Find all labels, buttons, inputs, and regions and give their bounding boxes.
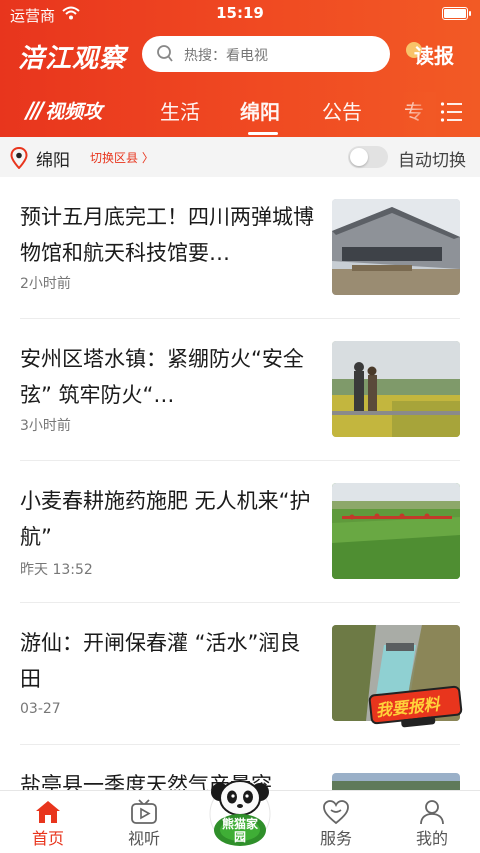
app-header: 运营商 15:19 涪江观察 热搜：看电视 读报 ///视频攻 生活 绵阳 公告… bbox=[0, 0, 480, 137]
battery-icon bbox=[442, 7, 471, 20]
app-logo: 涪江观察 bbox=[18, 44, 127, 74]
play-tv-icon bbox=[131, 799, 157, 824]
search-icon bbox=[157, 45, 173, 62]
nav-home[interactable]: 首页 bbox=[13, 791, 83, 853]
news-item[interactable]: 小麦春耕施药施肥 无人机来“护航” 昨天 13:52 bbox=[0, 461, 480, 603]
auto-switch-label: 自动切换 bbox=[398, 151, 466, 171]
panda-home-button[interactable]: 熊猫家园 bbox=[202, 768, 278, 850]
news-title: 游仙：开闸保春灌 “活水”润良田 bbox=[20, 631, 301, 691]
tab-mianyang[interactable]: 绵阳 bbox=[240, 96, 280, 125]
tab-video-label: 视频攻 bbox=[45, 101, 103, 123]
news-title: 预计五月底完工！四川两弹城博物馆和航天科技馆要… bbox=[20, 205, 314, 265]
user-icon bbox=[420, 800, 444, 825]
clock: 15:19 bbox=[216, 4, 264, 22]
news-time: 3小时前 bbox=[20, 418, 71, 434]
switch-district-link[interactable]: 切换区县 〉 bbox=[90, 149, 154, 166]
nav-audio-video-label: 视听 bbox=[127, 829, 160, 848]
nav-mine[interactable]: 我的 bbox=[397, 791, 467, 853]
news-time: 03-27 bbox=[20, 701, 61, 717]
home-icon bbox=[36, 801, 60, 823]
active-tab-indicator bbox=[248, 132, 278, 135]
nav-home-label: 首页 bbox=[31, 829, 64, 848]
toggle-knob bbox=[350, 148, 368, 166]
search-placeholder: 热搜：看电视 bbox=[184, 48, 268, 64]
tabs-fade bbox=[400, 92, 436, 137]
tab-notice[interactable]: 公告 bbox=[322, 96, 362, 125]
news-time: 昨天 13:52 bbox=[20, 562, 93, 578]
nav-service[interactable]: 服务 bbox=[301, 791, 371, 853]
tab-video[interactable]: ///视频攻 bbox=[26, 97, 102, 124]
read-paper-button[interactable]: 读报 bbox=[404, 38, 468, 70]
nav-mine-label: 我的 bbox=[415, 829, 448, 848]
news-title: 小麦春耕施药施肥 无人机来“护航” bbox=[20, 489, 311, 549]
news-thumbnail bbox=[332, 341, 460, 437]
heart-icon bbox=[323, 800, 349, 825]
panda-home-label: 熊猫家园 bbox=[221, 817, 258, 844]
news-item[interactable]: 预计五月底完工！四川两弹城博物馆和航天科技馆要… 2小时前 bbox=[0, 177, 480, 319]
location-bar: 绵阳 切换区县 〉 自动切换 bbox=[0, 137, 480, 177]
news-thumbnail bbox=[332, 483, 460, 579]
news-thumbnail bbox=[332, 773, 460, 790]
news-time: 2小时前 bbox=[20, 276, 71, 292]
channel-tabs: ///视频攻 生活 绵阳 公告 专 bbox=[0, 92, 480, 137]
nav-audio-video[interactable]: 视听 bbox=[109, 791, 179, 853]
channel-menu-icon[interactable] bbox=[440, 101, 464, 123]
news-title: 安州区塔水镇：紧绷防火“安全弦” 筑牢防火“… bbox=[20, 347, 304, 407]
search-input[interactable]: 热搜：看电视 bbox=[142, 36, 390, 72]
auto-switch-toggle[interactable] bbox=[348, 146, 388, 168]
news-item[interactable]: 安州区塔水镇：紧绷防火“安全弦” 筑牢防火“… 3小时前 bbox=[0, 319, 480, 461]
location-pin-icon bbox=[10, 147, 28, 169]
status-bar: 运营商 15:19 bbox=[0, 0, 480, 28]
tab-life[interactable]: 生活 bbox=[160, 96, 200, 125]
read-paper-label: 读报 bbox=[414, 44, 454, 68]
current-city: 绵阳 bbox=[36, 151, 70, 171]
nav-service-label: 服务 bbox=[319, 829, 352, 848]
news-thumbnail bbox=[332, 199, 460, 295]
video-brand-icon: /// bbox=[26, 99, 44, 124]
